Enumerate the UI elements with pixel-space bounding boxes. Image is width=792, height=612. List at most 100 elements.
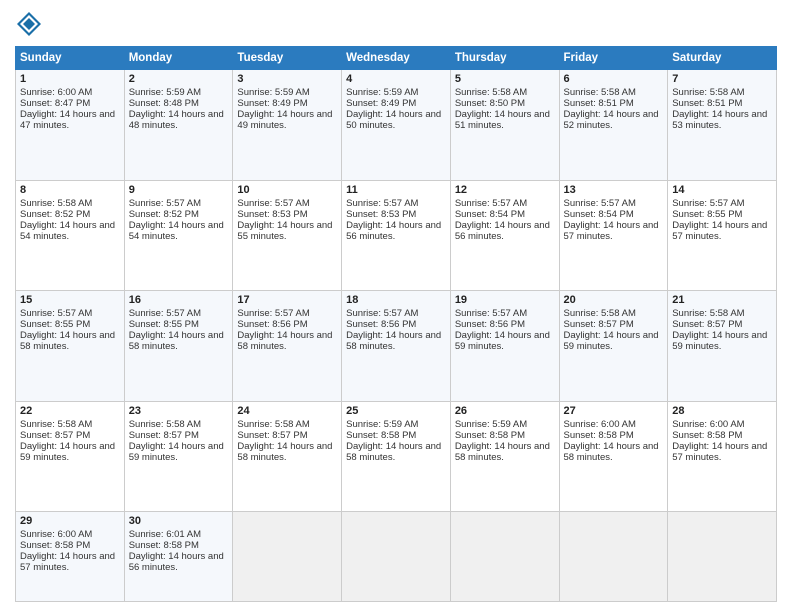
daylight-text: Daylight: 14 hours and 54 minutes.	[129, 220, 224, 242]
day-number: 12	[455, 184, 555, 196]
calendar-week-row: 29 Sunrise: 6:00 AM Sunset: 8:58 PM Dayl…	[16, 512, 777, 602]
table-row: 3 Sunrise: 5:59 AM Sunset: 8:49 PM Dayli…	[233, 70, 342, 181]
sunrise-text: Sunrise: 5:57 AM	[129, 308, 201, 319]
sunset-text: Sunset: 8:49 PM	[237, 98, 307, 109]
sunrise-text: Sunrise: 5:57 AM	[237, 198, 309, 209]
day-number: 22	[20, 405, 120, 417]
daylight-text: Daylight: 14 hours and 54 minutes.	[20, 220, 115, 242]
sunset-text: Sunset: 8:58 PM	[346, 430, 416, 441]
day-number: 30	[129, 515, 229, 527]
daylight-text: Daylight: 14 hours and 58 minutes.	[346, 330, 441, 352]
day-number: 28	[672, 405, 772, 417]
sunrise-text: Sunrise: 5:57 AM	[346, 198, 418, 209]
table-row: 28 Sunrise: 6:00 AM Sunset: 8:58 PM Dayl…	[668, 401, 777, 512]
sunset-text: Sunset: 8:53 PM	[346, 209, 416, 220]
day-number: 16	[129, 294, 229, 306]
sunrise-text: Sunrise: 5:59 AM	[346, 87, 418, 98]
logo-icon	[15, 10, 43, 38]
day-number: 13	[564, 184, 664, 196]
day-number: 5	[455, 73, 555, 85]
sunrise-text: Sunrise: 5:58 AM	[129, 419, 201, 430]
sunset-text: Sunset: 8:57 PM	[20, 430, 90, 441]
daylight-text: Daylight: 14 hours and 59 minutes.	[455, 330, 550, 352]
table-row: 12 Sunrise: 5:57 AM Sunset: 8:54 PM Dayl…	[450, 180, 559, 291]
sunset-text: Sunset: 8:51 PM	[564, 98, 634, 109]
table-row: 20 Sunrise: 5:58 AM Sunset: 8:57 PM Dayl…	[559, 291, 668, 402]
table-row	[559, 512, 668, 602]
sunrise-text: Sunrise: 6:00 AM	[564, 419, 636, 430]
calendar-week-row: 15 Sunrise: 5:57 AM Sunset: 8:55 PM Dayl…	[16, 291, 777, 402]
daylight-text: Daylight: 14 hours and 52 minutes.	[564, 109, 659, 131]
sunset-text: Sunset: 8:58 PM	[672, 430, 742, 441]
sunset-text: Sunset: 8:58 PM	[20, 540, 90, 551]
day-number: 23	[129, 405, 229, 417]
table-row: 11 Sunrise: 5:57 AM Sunset: 8:53 PM Dayl…	[342, 180, 451, 291]
sunset-text: Sunset: 8:54 PM	[455, 209, 525, 220]
daylight-text: Daylight: 14 hours and 59 minutes.	[129, 441, 224, 463]
sunrise-text: Sunrise: 5:57 AM	[455, 308, 527, 319]
col-thursday: Thursday	[450, 47, 559, 70]
sunrise-text: Sunrise: 5:58 AM	[455, 87, 527, 98]
sunset-text: Sunset: 8:55 PM	[20, 319, 90, 330]
day-number: 14	[672, 184, 772, 196]
sunset-text: Sunset: 8:51 PM	[672, 98, 742, 109]
header	[15, 10, 777, 38]
day-number: 11	[346, 184, 446, 196]
calendar-week-row: 1 Sunrise: 6:00 AM Sunset: 8:47 PM Dayli…	[16, 70, 777, 181]
table-row	[668, 512, 777, 602]
sunrise-text: Sunrise: 5:58 AM	[20, 419, 92, 430]
sunset-text: Sunset: 8:48 PM	[129, 98, 199, 109]
table-row: 16 Sunrise: 5:57 AM Sunset: 8:55 PM Dayl…	[124, 291, 233, 402]
day-number: 29	[20, 515, 120, 527]
table-row	[342, 512, 451, 602]
sunrise-text: Sunrise: 5:57 AM	[237, 308, 309, 319]
day-number: 3	[237, 73, 337, 85]
table-row: 22 Sunrise: 5:58 AM Sunset: 8:57 PM Dayl…	[16, 401, 125, 512]
sunset-text: Sunset: 8:49 PM	[346, 98, 416, 109]
sunset-text: Sunset: 8:57 PM	[672, 319, 742, 330]
sunrise-text: Sunrise: 5:58 AM	[564, 87, 636, 98]
page: Sunday Monday Tuesday Wednesday Thursday…	[0, 0, 792, 612]
calendar-week-row: 22 Sunrise: 5:58 AM Sunset: 8:57 PM Dayl…	[16, 401, 777, 512]
table-row: 1 Sunrise: 6:00 AM Sunset: 8:47 PM Dayli…	[16, 70, 125, 181]
day-number: 8	[20, 184, 120, 196]
sunrise-text: Sunrise: 5:57 AM	[346, 308, 418, 319]
sunrise-text: Sunrise: 5:58 AM	[672, 308, 744, 319]
sunrise-text: Sunrise: 5:59 AM	[237, 87, 309, 98]
sunset-text: Sunset: 8:58 PM	[564, 430, 634, 441]
daylight-text: Daylight: 14 hours and 56 minutes.	[129, 551, 224, 573]
daylight-text: Daylight: 14 hours and 58 minutes.	[237, 330, 332, 352]
day-number: 20	[564, 294, 664, 306]
sunrise-text: Sunrise: 5:59 AM	[346, 419, 418, 430]
sunset-text: Sunset: 8:58 PM	[455, 430, 525, 441]
table-row: 9 Sunrise: 5:57 AM Sunset: 8:52 PM Dayli…	[124, 180, 233, 291]
sunset-text: Sunset: 8:56 PM	[237, 319, 307, 330]
daylight-text: Daylight: 14 hours and 50 minutes.	[346, 109, 441, 131]
daylight-text: Daylight: 14 hours and 56 minutes.	[346, 220, 441, 242]
sunrise-text: Sunrise: 5:58 AM	[564, 308, 636, 319]
sunset-text: Sunset: 8:53 PM	[237, 209, 307, 220]
sunrise-text: Sunrise: 6:00 AM	[20, 529, 92, 540]
sunset-text: Sunset: 8:50 PM	[455, 98, 525, 109]
day-number: 26	[455, 405, 555, 417]
sunset-text: Sunset: 8:57 PM	[564, 319, 634, 330]
sunrise-text: Sunrise: 6:01 AM	[129, 529, 201, 540]
sunrise-text: Sunrise: 5:58 AM	[672, 87, 744, 98]
sunrise-text: Sunrise: 6:00 AM	[672, 419, 744, 430]
day-number: 27	[564, 405, 664, 417]
table-row: 19 Sunrise: 5:57 AM Sunset: 8:56 PM Dayl…	[450, 291, 559, 402]
table-row	[450, 512, 559, 602]
sunset-text: Sunset: 8:52 PM	[129, 209, 199, 220]
table-row: 4 Sunrise: 5:59 AM Sunset: 8:49 PM Dayli…	[342, 70, 451, 181]
table-row: 29 Sunrise: 6:00 AM Sunset: 8:58 PM Dayl…	[16, 512, 125, 602]
table-row	[233, 512, 342, 602]
daylight-text: Daylight: 14 hours and 58 minutes.	[237, 441, 332, 463]
daylight-text: Daylight: 14 hours and 47 minutes.	[20, 109, 115, 131]
daylight-text: Daylight: 14 hours and 57 minutes.	[672, 441, 767, 463]
day-number: 9	[129, 184, 229, 196]
header-row: Sunday Monday Tuesday Wednesday Thursday…	[16, 47, 777, 70]
daylight-text: Daylight: 14 hours and 48 minutes.	[129, 109, 224, 131]
sunset-text: Sunset: 8:52 PM	[20, 209, 90, 220]
col-wednesday: Wednesday	[342, 47, 451, 70]
day-number: 24	[237, 405, 337, 417]
